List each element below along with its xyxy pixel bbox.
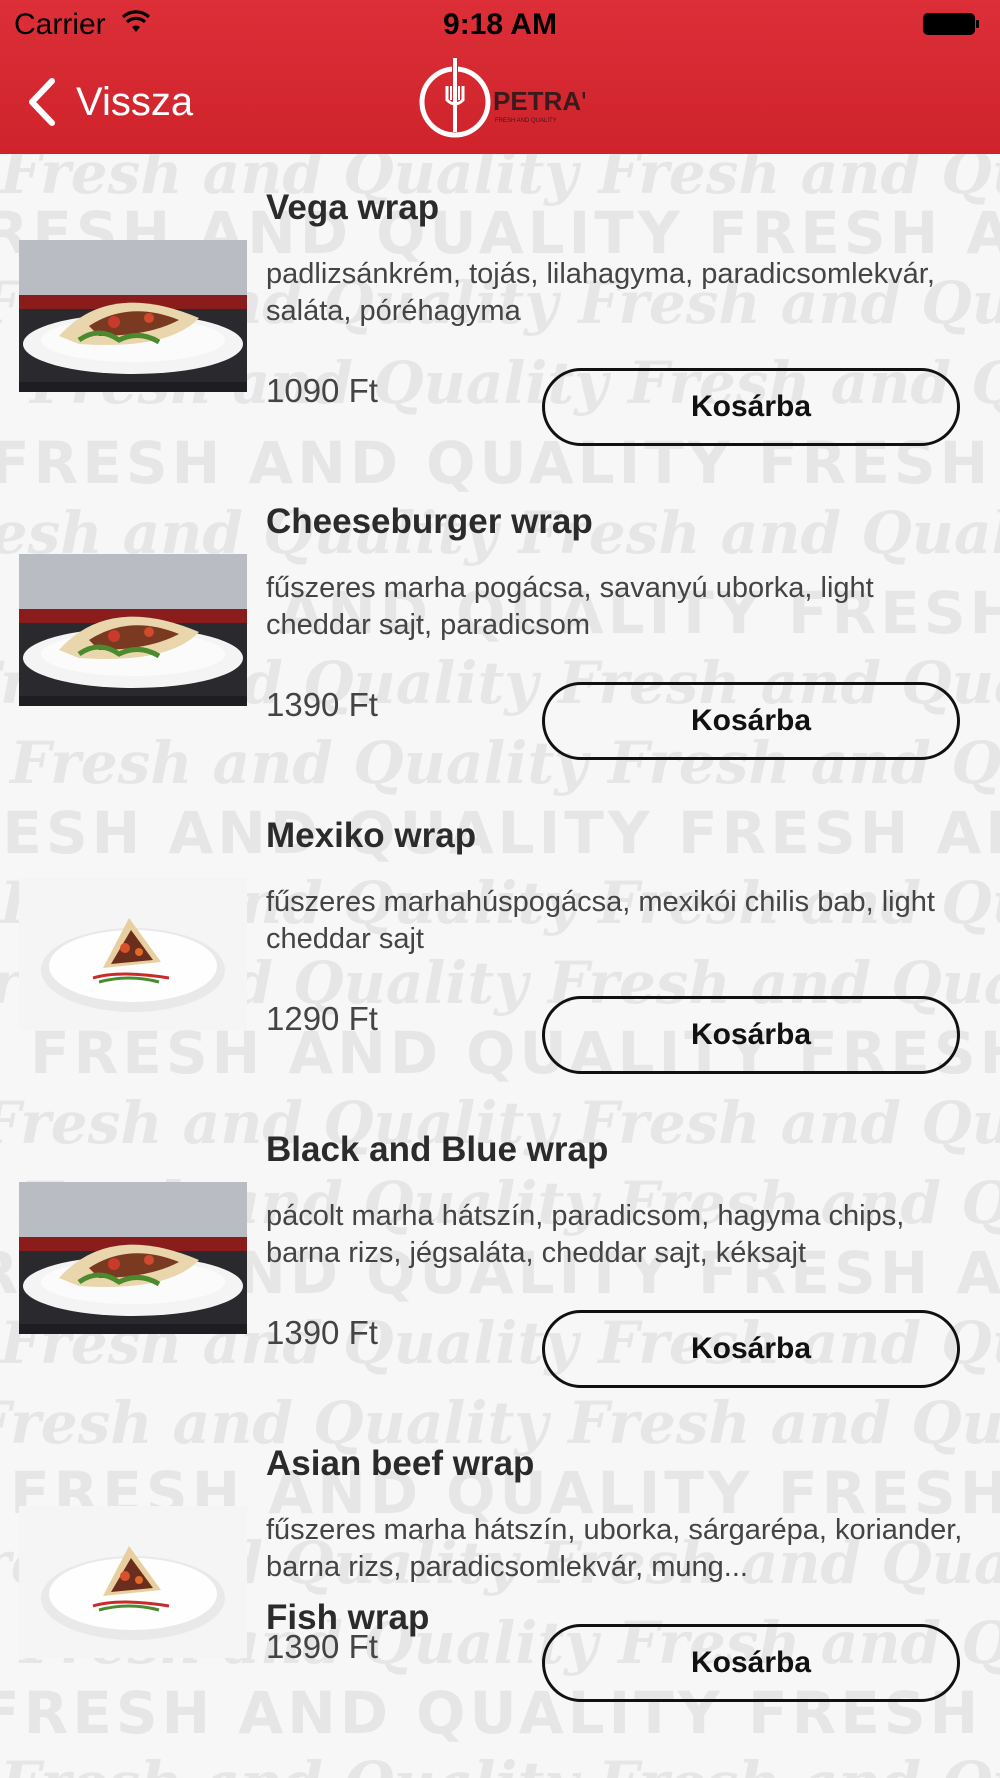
battery-icon <box>923 13 979 35</box>
product-item[interactable]: Vega wrap padlizsánkrém, tojás, lilahagym… <box>0 154 1000 468</box>
partial-product-name: Fish wrap <box>266 1598 430 1637</box>
product-description: fűszeres marha hátszín, uborka, sárgarép… <box>266 1514 963 1583</box>
add-to-cart-button[interactable]: Kosárba <box>542 682 960 760</box>
back-button[interactable]: Vissza <box>26 76 193 128</box>
product-photo <box>19 240 247 392</box>
product-price: 1090 Ft <box>266 372 378 409</box>
nav-header: Carrier 9:18 AM Vissza PETRA'Z FRESH AND… <box>0 0 1000 154</box>
petraz-logo: PETRA'Z FRESH AND QUALITY <box>419 58 585 138</box>
chevron-left-icon <box>29 78 55 126</box>
product-description: pácolt marha hátszín, paradicsom, hagyma… <box>266 1200 905 1269</box>
product-description: fűszeres marhahúspogácsa, mexikói chilis… <box>266 886 935 955</box>
watermark-row: Fresh and Quality Fresh and Quality Fres… <box>0 1754 1000 1778</box>
product-description: padlizsánkrém, tojás, lilahagyma, paradi… <box>266 258 935 327</box>
product-item[interactable]: Black and Blue wrap pácolt marha hátszín,… <box>0 1096 1000 1410</box>
product-name: Vega wrap <box>266 188 440 227</box>
product-price: 1390 Ft <box>266 1314 378 1351</box>
product-photo <box>19 878 247 1030</box>
product-item[interactable]: Asian beef wrap fűszeres marha hátszín, u… <box>0 1410 1000 1724</box>
product-name: Asian beef wrap <box>266 1444 535 1483</box>
product-name: Cheeseburger wrap <box>266 502 593 541</box>
product-photo <box>19 1506 247 1658</box>
product-price: 1290 Ft <box>266 1000 378 1037</box>
add-to-cart-button[interactable]: Kosárba <box>542 1310 960 1388</box>
product-name: Mexiko wrap <box>266 816 477 855</box>
status-bar: Carrier 9:18 AM <box>0 0 1000 48</box>
product-price: 1390 Ft <box>266 686 378 723</box>
product-name: Black and Blue wrap <box>266 1130 609 1169</box>
product-photo <box>19 1182 247 1334</box>
add-to-cart-button[interactable]: Kosárba <box>542 368 960 446</box>
back-label: Vissza <box>76 79 194 124</box>
logo-tagline: FRESH AND QUALITY <box>495 118 557 124</box>
product-photo <box>19 554 247 706</box>
product-description: fűszeres marha pogácsa, savanyú uborka, … <box>266 572 874 641</box>
add-to-cart-button[interactable]: Kosárba <box>542 1624 960 1702</box>
add-to-cart-button[interactable]: Kosárba <box>542 996 960 1074</box>
product-item[interactable]: Mexiko wrap fűszeres marhahúspogácsa, mex… <box>0 782 1000 1096</box>
clock: 9:18 AM <box>443 8 557 41</box>
product-item[interactable]: Cheeseburger wrap fűszeres marha pogácsa,… <box>0 468 1000 782</box>
logo-text: PETRA'Z <box>493 86 585 116</box>
